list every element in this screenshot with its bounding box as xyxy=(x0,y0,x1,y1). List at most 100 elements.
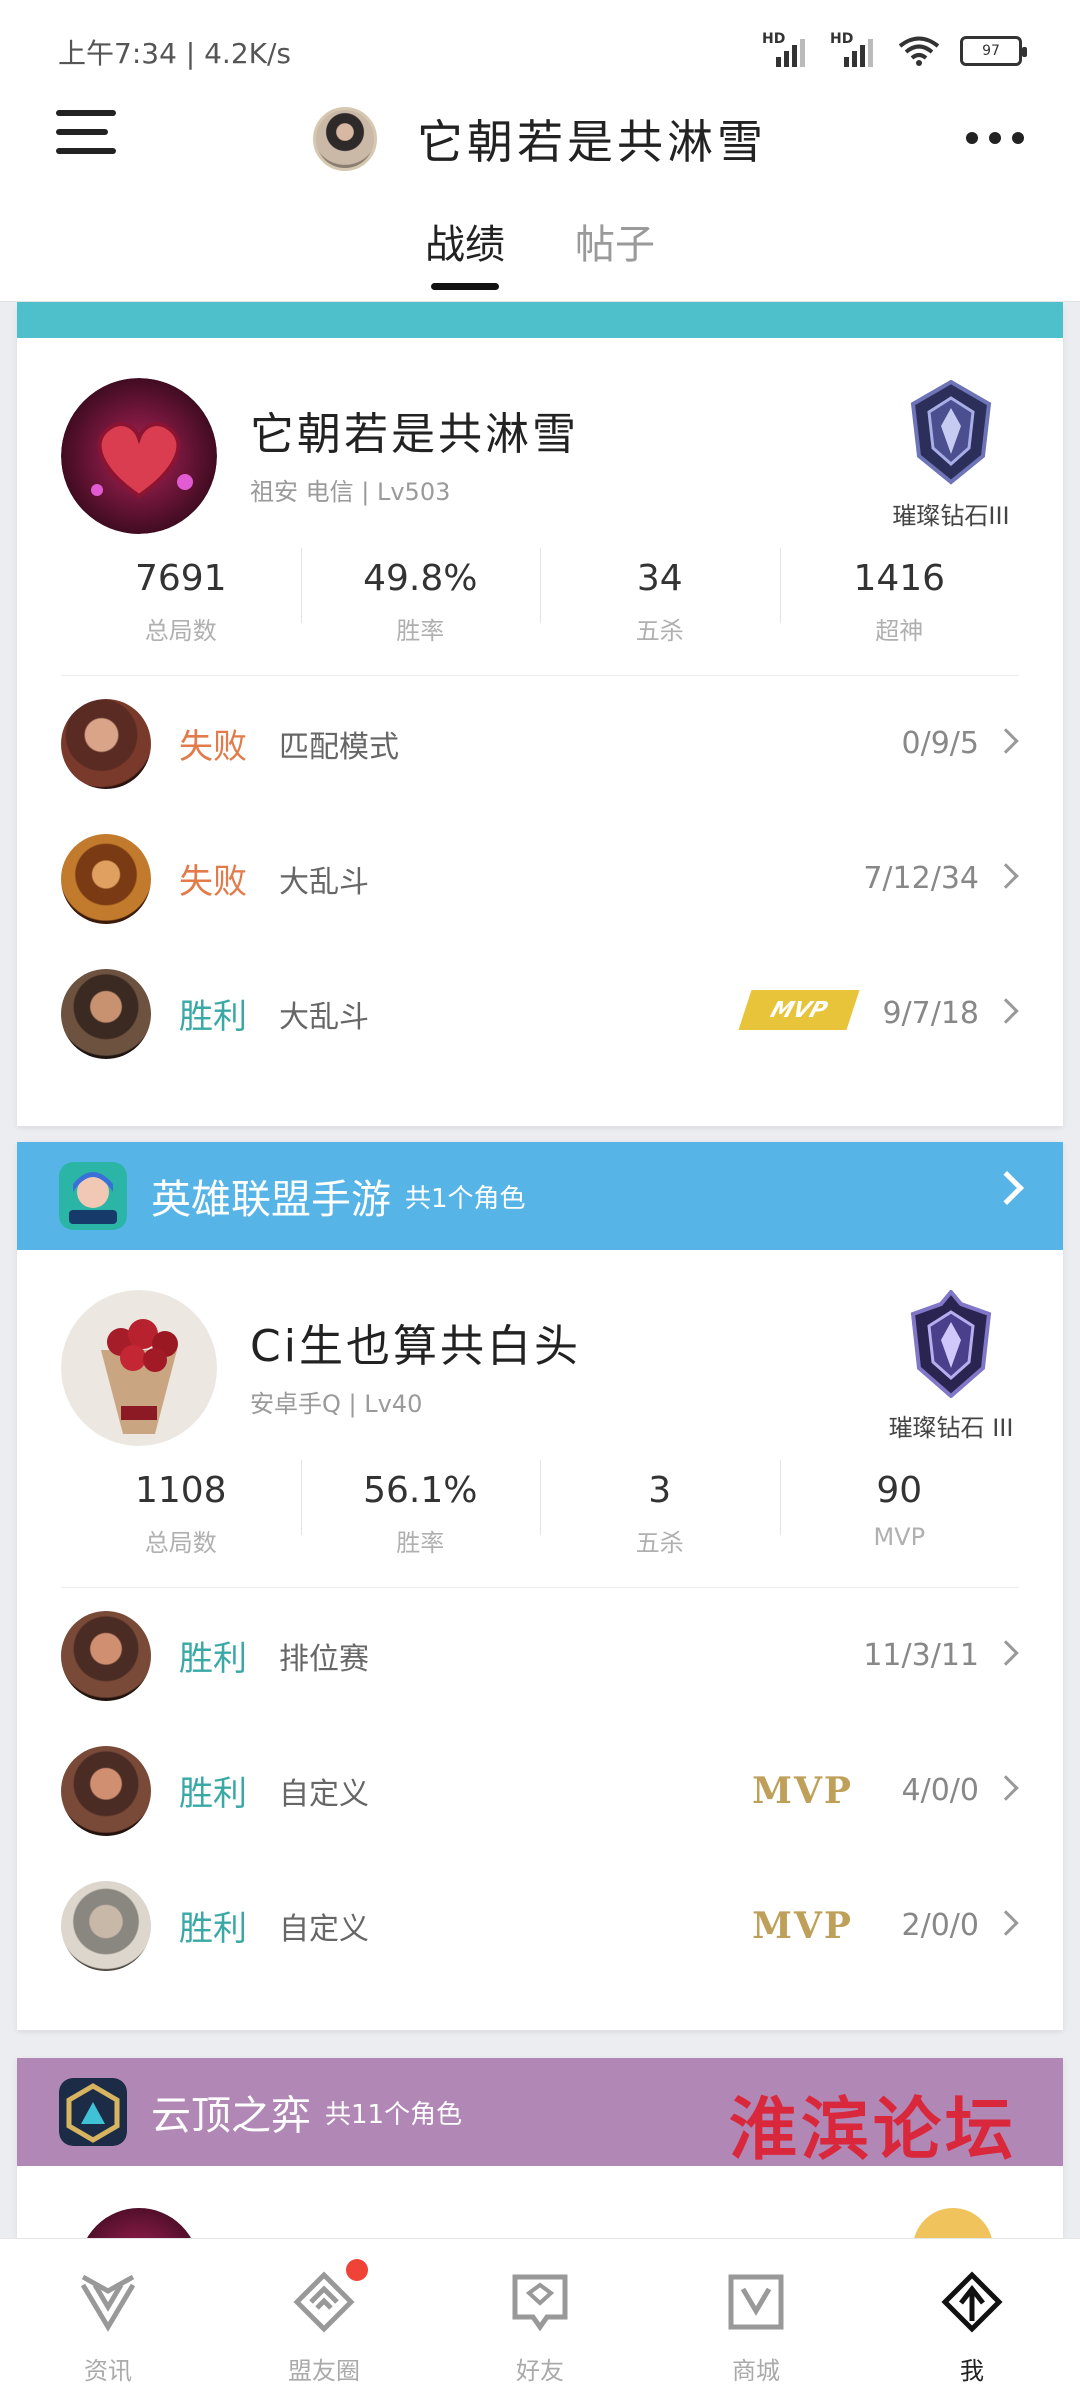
stat-label: 超神 xyxy=(875,617,924,645)
status-icons: HD HD 97 xyxy=(762,31,1027,70)
nav-friends-circle[interactable]: 盟友圈 xyxy=(216,2239,432,2400)
stat-legendary: 1416 超神 xyxy=(779,538,1020,675)
stat-total-games: 7691 总局数 xyxy=(61,538,301,675)
chevron-right-icon xyxy=(993,1775,1019,1801)
rank-label: 璀璨钻石 III xyxy=(888,1414,1014,1442)
match-result: 失败 xyxy=(179,862,247,902)
stat-label: 胜率 xyxy=(396,1529,445,1557)
nav-label: 好友 xyxy=(516,2357,564,2385)
chevron-right-icon[interactable] xyxy=(990,1171,1024,1205)
rank-block: 璀璨钻石 III xyxy=(881,1288,1021,1443)
news-icon xyxy=(80,2274,136,2332)
stat-label: MVP xyxy=(873,1523,926,1551)
mvp-label: MVP xyxy=(752,1904,853,1947)
me-icon xyxy=(941,2271,1003,2333)
chevron-right-icon xyxy=(993,863,1019,889)
match-result: 失败 xyxy=(179,727,247,767)
stat-value: 49.8% xyxy=(363,558,478,599)
nav-label: 商城 xyxy=(732,2357,780,2385)
nav-label: 资讯 xyxy=(84,2357,132,2385)
tft-game-band[interactable]: 云顶之弈 共11个角色 淮滨论坛 xyxy=(17,2058,1063,2170)
nav-friends[interactable]: 好友 xyxy=(432,2239,648,2400)
match-mode: 自定义 xyxy=(279,1776,369,1812)
match-row[interactable]: 失败 大乱斗 7/12/34 xyxy=(17,811,1063,946)
match-mode: 大乱斗 xyxy=(279,864,369,900)
player-name: Ci生也算共白头 xyxy=(250,1321,581,1372)
wifi-icon xyxy=(898,36,940,66)
band-subtitle: 共11个角色 xyxy=(325,2099,463,2130)
stat-value: 90 xyxy=(876,1470,923,1511)
stat-label: 五杀 xyxy=(635,617,684,645)
nav-shop[interactable]: 商城 xyxy=(648,2239,864,2400)
match-result: 胜利 xyxy=(179,1774,247,1814)
mvp-badge: MVP xyxy=(738,990,860,1030)
match-mode: 排位赛 xyxy=(279,1641,369,1677)
match-result: 胜利 xyxy=(179,1639,247,1679)
match-kda: 0/9/5 xyxy=(901,726,979,761)
stat-label: 五杀 xyxy=(635,1529,684,1557)
profile-row: 它朝若是共淋雪 祖安 电信 | Lv503 璀璨钻石III xyxy=(17,338,1063,538)
mobile-game-band[interactable]: 英雄联盟手游 共1个角色 xyxy=(17,1142,1063,1250)
player-name: 它朝若是共淋雪 xyxy=(250,409,579,460)
player-info: 安卓手Q | Lv40 xyxy=(250,1390,423,1418)
chevron-right-icon xyxy=(993,1640,1019,1666)
friends-circle-icon xyxy=(293,2271,355,2333)
stat-value: 7691 xyxy=(134,558,227,599)
avatar[interactable] xyxy=(61,378,217,534)
hero-avatar xyxy=(61,968,151,1059)
chevron-right-icon xyxy=(993,1910,1019,1936)
match-mode: 自定义 xyxy=(279,1911,369,1947)
stat-value: 1108 xyxy=(134,1470,227,1511)
diamond-rank-icon xyxy=(910,1288,992,1399)
stat-value: 34 xyxy=(636,558,683,599)
tft-app-icon xyxy=(59,2078,127,2146)
stat-value: 56.1% xyxy=(363,1470,478,1511)
bottom-navigation: 资讯 盟友圈 好友 商城 我 xyxy=(0,2238,1080,2400)
stat-pentakills: 34 五杀 xyxy=(540,538,780,675)
match-row[interactable]: 胜利 自定义 MVP 2/0/0 xyxy=(17,1858,1063,1993)
battery-icon: 97 xyxy=(960,36,1027,66)
match-row[interactable]: 胜利 排位赛 11/3/11 xyxy=(17,1588,1063,1723)
match-kda: 11/3/11 xyxy=(863,1638,979,1673)
avatar[interactable] xyxy=(313,107,377,171)
avatar xyxy=(79,2208,199,2238)
notification-dot xyxy=(346,2259,368,2281)
diamond-rank-icon xyxy=(910,379,992,485)
nav-news[interactable]: 资讯 xyxy=(0,2239,216,2400)
chevron-right-icon xyxy=(993,998,1019,1024)
battery-level: 97 xyxy=(982,43,1000,59)
match-result: 胜利 xyxy=(179,997,247,1037)
lol-mobile-app-icon xyxy=(59,1162,127,1230)
lol-record-card: 它朝若是共淋雪 祖安 电信 | Lv503 璀璨钻石III 7691 总局数 49… xyxy=(17,302,1063,1126)
stats-row: 7691 总局数 49.8% 胜率 34 五杀 1416 超神 xyxy=(61,538,1019,676)
match-kda: 2/0/0 xyxy=(901,1908,979,1943)
match-row[interactable]: 胜利 大乱斗 MVP 9/7/18 xyxy=(17,946,1063,1081)
rank-emblem-partial xyxy=(913,2208,993,2238)
tft-record-card: 云顶之弈 共11个角色 淮滨论坛 xyxy=(17,2058,1063,2238)
band-subtitle: 共1个角色 xyxy=(405,1183,526,1214)
tab-records[interactable]: 战绩 xyxy=(425,212,505,290)
match-row[interactable]: 胜利 自定义 MVP 4/0/0 xyxy=(17,1723,1063,1858)
nav-me[interactable]: 我 xyxy=(864,2239,1080,2400)
stat-pentakills: 3 五杀 xyxy=(540,1450,780,1587)
match-row[interactable]: 失败 匹配模式 0/9/5 xyxy=(17,676,1063,811)
tab-posts[interactable]: 帖子 xyxy=(575,212,655,284)
friends-icon xyxy=(512,2274,568,2332)
stat-value: 1416 xyxy=(853,558,946,599)
mvp-label: MVP xyxy=(752,1769,853,1812)
forum-watermark: 淮滨论坛 xyxy=(728,2090,1017,2170)
match-mode: 大乱斗 xyxy=(279,999,369,1035)
stat-win-rate: 56.1% 胜率 xyxy=(300,1450,541,1587)
header-profile: 它朝若是共淋雪 xyxy=(0,106,1080,172)
avatar[interactable] xyxy=(61,1290,217,1446)
tab-bar: 战绩 帖子 xyxy=(0,212,1080,290)
mobile-record-card: 英雄联盟手游 共1个角色 Ci生也算共白头 安卓手Q | Lv40 璀璨钻石 I… xyxy=(17,1142,1063,2030)
nav-label: 我 xyxy=(960,2357,984,2385)
profile-row: Ci生也算共白头 安卓手Q | Lv40 璀璨钻石 III xyxy=(17,1250,1063,1450)
stat-label: 总局数 xyxy=(144,617,217,645)
status-time: 上午7:34 | 4.2K/s xyxy=(58,37,292,70)
hero-avatar xyxy=(61,698,151,789)
stats-row: 1108 总局数 56.1% 胜率 3 五杀 90 MVP xyxy=(61,1450,1019,1588)
more-icon[interactable] xyxy=(966,132,1024,146)
mvp-label: MVP xyxy=(767,997,831,1023)
